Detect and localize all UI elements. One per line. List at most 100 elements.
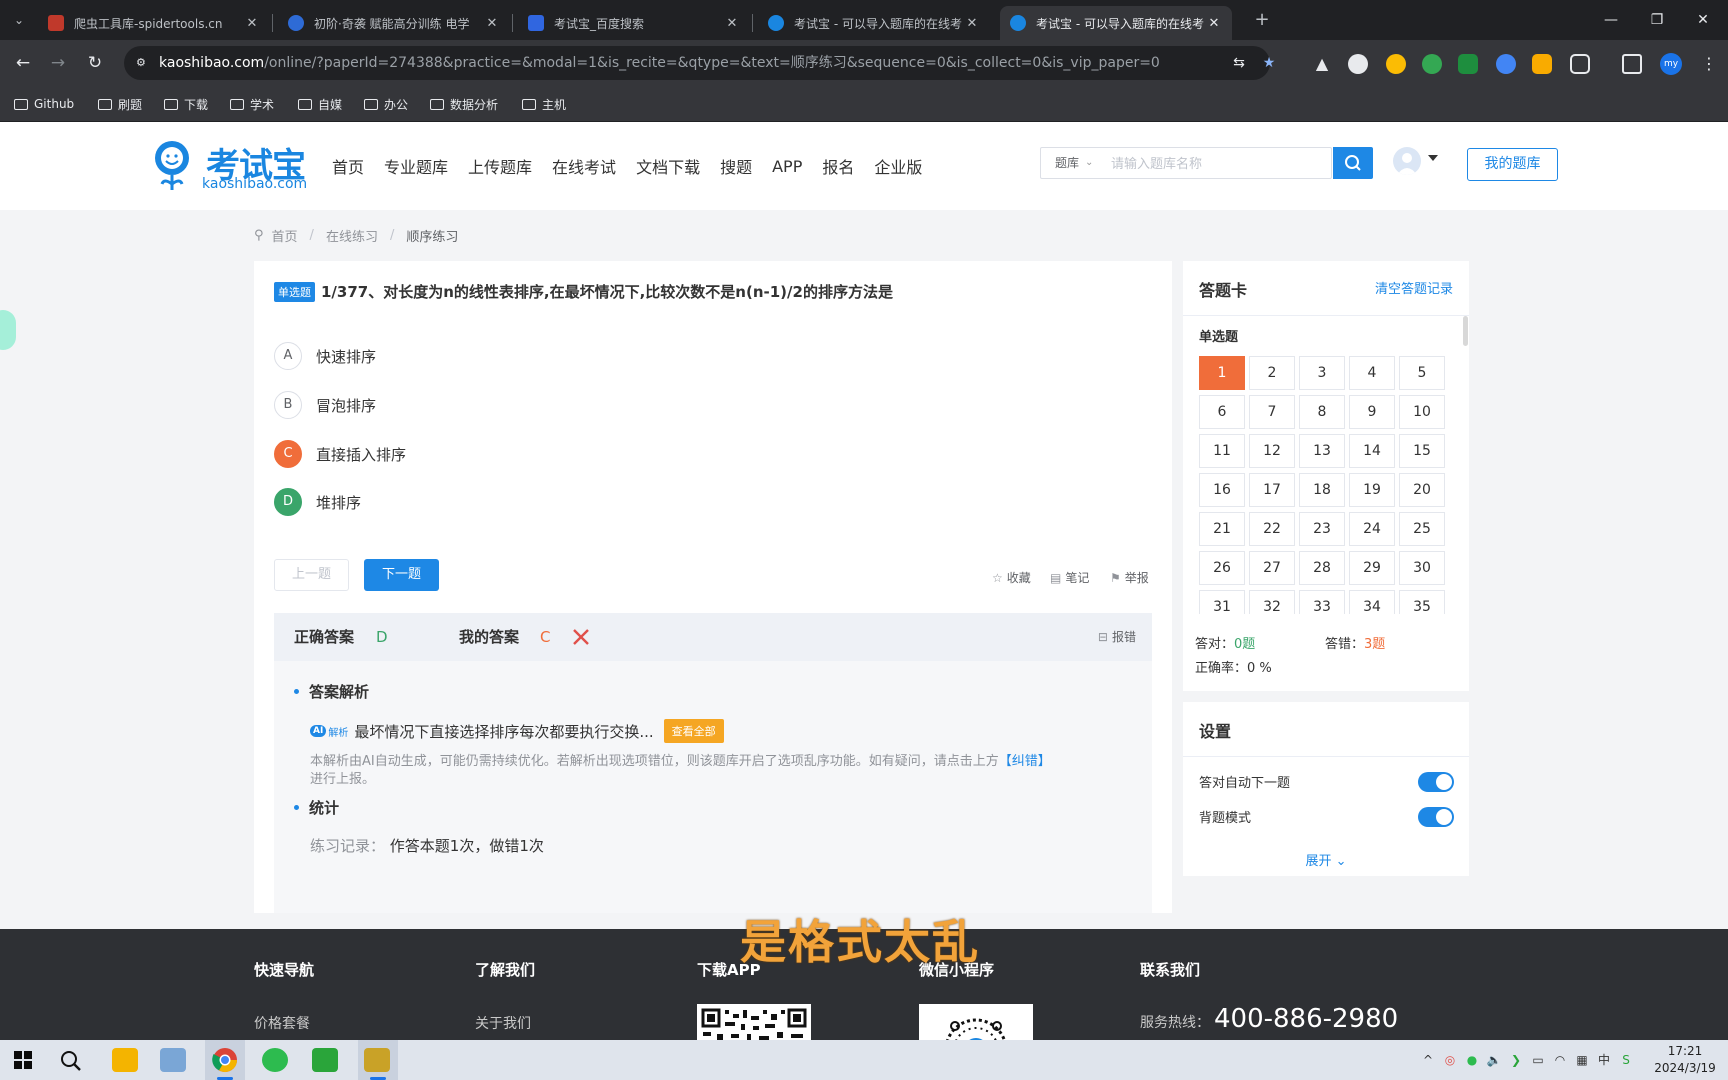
translate-icon[interactable]: ⇆ [1230, 54, 1248, 72]
note-button[interactable]: ▤ 笔记 [1050, 569, 1089, 586]
site-info-icon[interactable]: ⚙ [136, 55, 152, 71]
nav-online-exam[interactable]: 在线考试 [552, 154, 616, 178]
question-number-cell[interactable]: 33 [1299, 590, 1345, 614]
auto-next-toggle[interactable] [1418, 772, 1454, 792]
browser-tab[interactable]: 考试宝_百度搜索 ✕ [518, 6, 750, 40]
option-d[interactable]: D 堆排序 [274, 488, 361, 516]
question-number-cell[interactable]: 5 [1399, 356, 1445, 390]
question-number-cell[interactable]: 1 [1199, 356, 1245, 390]
search-button[interactable] [1333, 147, 1373, 179]
chrome-icon[interactable] [212, 1047, 238, 1073]
site-logo[interactable]: 考试宝 kaoshibao.com [150, 136, 315, 196]
question-number-cell[interactable]: 25 [1399, 512, 1445, 546]
chevron-down-icon[interactable]: ⌄ [1085, 148, 1093, 178]
close-tab-icon[interactable]: ✕ [1206, 16, 1222, 31]
question-number-cell[interactable]: 24 [1349, 512, 1395, 546]
pycharm-icon[interactable] [364, 1048, 390, 1072]
tray-app-icon[interactable]: S [1618, 1052, 1634, 1068]
browser-tab[interactable]: 初阶·奇袭 赋能高分训练 电学 ✕ [278, 6, 510, 40]
tray-battery-icon[interactable]: ▭ [1530, 1052, 1546, 1068]
prev-question-button[interactable]: 上一题 [274, 559, 349, 591]
bookmark-folder[interactable]: 学术 [230, 94, 274, 114]
question-number-cell[interactable]: 15 [1399, 434, 1445, 468]
close-tab-icon[interactable]: ✕ [244, 16, 260, 31]
nav-signup[interactable]: 报名 [822, 154, 854, 178]
footer-link-pricing[interactable]: 价格套餐 [254, 1013, 310, 1033]
question-number-cell[interactable]: 10 [1399, 395, 1445, 429]
user-avatar[interactable] [1393, 147, 1421, 175]
bookmark-github[interactable]: Github [14, 94, 74, 114]
search-category-select[interactable]: 题库 [1055, 148, 1079, 178]
question-number-cell[interactable]: 9 [1349, 395, 1395, 429]
question-number-cell[interactable]: 7 [1249, 395, 1295, 429]
question-number-cell[interactable]: 3 [1299, 356, 1345, 390]
question-number-cell[interactable]: 23 [1299, 512, 1345, 546]
question-number-cell[interactable]: 20 [1399, 473, 1445, 507]
tray-chevron-icon[interactable]: ^ [1420, 1052, 1436, 1068]
nav-app[interactable]: APP [772, 157, 802, 176]
question-number-cell[interactable]: 22 [1249, 512, 1295, 546]
close-window-icon[interactable]: ✕ [1680, 0, 1726, 40]
tray-app-icon[interactable]: ❯ [1508, 1052, 1524, 1068]
breadcrumb-home[interactable]: 首页 [272, 226, 298, 245]
restore-icon[interactable]: ❐ [1634, 0, 1680, 40]
extension-icon[interactable] [1386, 54, 1406, 74]
nav-upload-bank[interactable]: 上传题库 [468, 154, 532, 178]
back-icon[interactable]: ← [10, 50, 36, 76]
side-panel-icon[interactable] [1622, 54, 1642, 74]
recite-mode-toggle[interactable] [1418, 807, 1454, 827]
nav-pro-bank[interactable]: 专业题库 [384, 154, 448, 178]
bank-search-input[interactable] [1111, 150, 1311, 176]
view-all-button[interactable]: 查看全部 [663, 719, 724, 743]
question-number-cell[interactable]: 13 [1299, 434, 1345, 468]
next-question-button[interactable]: 下一题 [364, 559, 439, 591]
report-button[interactable]: ⚑ 举报 [1110, 569, 1149, 586]
extension-icon[interactable] [1348, 54, 1368, 74]
extension-drive-icon[interactable]: ▲ [1312, 54, 1332, 74]
wechat-icon[interactable] [262, 1048, 288, 1072]
taskbar-search-icon[interactable] [60, 1050, 82, 1072]
forward-icon[interactable]: → [45, 50, 71, 76]
question-number-cell[interactable]: 32 [1249, 590, 1295, 614]
correction-link[interactable]: 【纠错】 [999, 754, 1051, 769]
bookmark-folder[interactable]: 主机 [522, 94, 566, 114]
clear-records-button[interactable]: 清空答题记录 [1375, 278, 1453, 297]
question-number-cell[interactable]: 19 [1349, 473, 1395, 507]
question-number-cell[interactable]: 12 [1249, 434, 1295, 468]
close-tab-icon[interactable]: ✕ [724, 16, 740, 31]
question-number-cell[interactable]: 4 [1349, 356, 1395, 390]
browser-menu-icon[interactable]: ⋮ [1700, 53, 1718, 75]
question-number-cell[interactable]: 34 [1349, 590, 1395, 614]
question-number-cell[interactable]: 8 [1299, 395, 1345, 429]
bookmark-folder[interactable]: 数据分析 [430, 94, 498, 114]
option-a[interactable]: A 快速排序 [274, 342, 376, 370]
question-number-cell[interactable]: 31 [1199, 590, 1245, 614]
caret-down-icon[interactable] [1428, 155, 1438, 161]
expand-settings-button[interactable]: 展开 ⌄ [1183, 850, 1469, 869]
tab-search-chevron-icon[interactable]: ⌄ [6, 8, 32, 32]
scrollbar-thumb[interactable] [1463, 316, 1468, 346]
close-tab-icon[interactable]: ✕ [484, 16, 500, 31]
close-tab-icon[interactable]: ✕ [964, 16, 980, 31]
nav-enterprise[interactable]: 企业版 [874, 154, 922, 178]
option-b[interactable]: B 冒泡排序 [274, 391, 376, 419]
tray-input-icon[interactable]: 中 [1596, 1052, 1612, 1068]
extension-icon[interactable] [1458, 54, 1478, 74]
favorite-button[interactable]: ☆ 收藏 [992, 569, 1031, 586]
bookmark-folder[interactable]: 自媒 [298, 94, 342, 114]
breadcrumb-online-practice[interactable]: 在线练习 [326, 226, 378, 245]
tray-wifi-icon[interactable]: ◠ [1552, 1052, 1568, 1068]
nav-search-question[interactable]: 搜题 [720, 154, 752, 178]
bookmark-folder[interactable]: 办公 [364, 94, 408, 114]
file-explorer-icon[interactable] [112, 1048, 138, 1072]
question-number-cell[interactable]: 30 [1399, 551, 1445, 585]
app-icon[interactable] [312, 1048, 338, 1072]
question-number-cell[interactable]: 16 [1199, 473, 1245, 507]
bookmark-folder[interactable]: 刷题 [98, 94, 142, 114]
question-number-cell[interactable]: 11 [1199, 434, 1245, 468]
profile-avatar[interactable]: my [1660, 53, 1682, 75]
question-number-cell[interactable]: 29 [1349, 551, 1395, 585]
question-number-cell[interactable]: 27 [1249, 551, 1295, 585]
question-number-cell[interactable]: 26 [1199, 551, 1245, 585]
footer-link-about[interactable]: 关于我们 [475, 1013, 531, 1033]
